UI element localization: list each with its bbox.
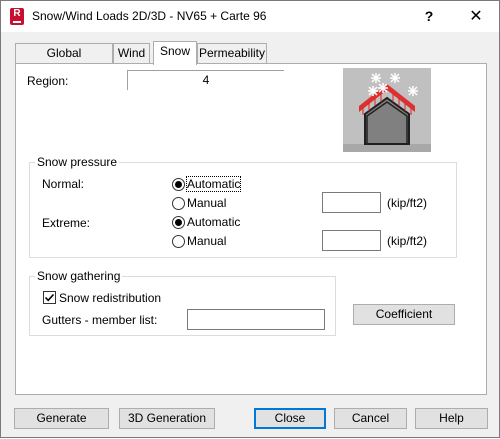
extreme-automatic-label[interactable]: Automatic <box>187 215 240 229</box>
extreme-manual-value-input[interactable] <box>322 230 381 251</box>
tab-wind[interactable]: Wind <box>113 43 150 64</box>
region-value: 4 <box>127 70 284 90</box>
help-button[interactable]: Help <box>415 408 488 429</box>
snow-wind-loads-dialog: R Snow/Wind Loads 2D/3D - NV65 + Carte 9… <box>0 0 500 438</box>
app-icon-letter: R <box>13 8 21 19</box>
close-icon[interactable]: ✕ <box>453 1 499 32</box>
extreme-label: Extreme: <box>42 216 91 230</box>
cancel-button[interactable]: Cancel <box>334 408 407 429</box>
gutters-member-list-input[interactable] <box>187 309 325 330</box>
help-icon[interactable]: ? <box>406 1 452 32</box>
normal-manual-radio[interactable] <box>172 197 185 210</box>
normal-label: Normal: <box>42 177 85 191</box>
snow-gathering-title: Snow gathering <box>35 269 123 283</box>
window-title: Snow/Wind Loads 2D/3D - NV65 + Carte 96 <box>32 9 267 23</box>
coefficient-button[interactable]: Coefficient <box>353 304 455 325</box>
app-icon-bar <box>13 21 21 23</box>
tab-permeability[interactable]: Permeability <box>197 43 267 64</box>
snow-redistribution-checkbox[interactable] <box>43 291 56 304</box>
extreme-manual-label[interactable]: Manual <box>187 234 226 248</box>
3d-generation-button[interactable]: 3D Generation <box>119 408 215 429</box>
generate-button[interactable]: Generate <box>14 408 109 429</box>
snow-pressure-title: Snow pressure <box>35 155 120 169</box>
snow-redistribution-label[interactable]: Snow redistribution <box>59 291 161 305</box>
checkmark-icon <box>44 293 55 302</box>
extreme-manual-radio[interactable] <box>172 235 185 248</box>
title-bar[interactable]: R Snow/Wind Loads 2D/3D - NV65 + Carte 9… <box>1 1 499 32</box>
normal-manual-value-input[interactable] <box>322 192 381 213</box>
region-label: Region: <box>27 74 69 88</box>
normal-unit-label: (kip/ft2) <box>387 196 428 210</box>
normal-manual-label[interactable]: Manual <box>187 196 226 210</box>
normal-automatic-label[interactable]: Automatic <box>185 176 242 192</box>
extreme-unit-label: (kip/ft2) <box>387 234 428 248</box>
tab-global-parameters[interactable]: Global Parameters <box>15 43 113 79</box>
robot-app-icon: R <box>10 8 24 25</box>
extreme-automatic-radio[interactable] <box>172 216 185 229</box>
close-button[interactable]: Close <box>254 408 326 429</box>
house-with-snow-icon <box>343 68 431 152</box>
tab-snow[interactable]: Snow <box>153 41 197 65</box>
normal-automatic-radio[interactable] <box>172 178 185 191</box>
gutters-member-list-label: Gutters - member list: <box>42 313 158 327</box>
